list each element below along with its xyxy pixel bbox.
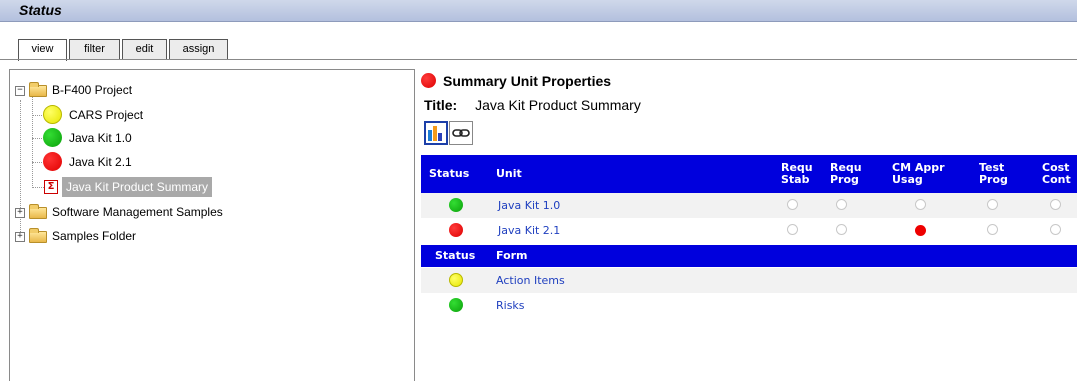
tree-connector [32,138,42,139]
col-test-prog: Test Prog [979,162,1008,186]
col-form: Form [496,249,528,262]
col-status: Status [435,249,476,262]
col-requ-prog: Requ Prog [830,162,862,186]
table-row: Action Items [421,268,1077,293]
col-cm-appr-l2: Usag [892,173,923,186]
sigma-icon: Σ [44,180,58,194]
form-link[interactable]: Action Items [496,274,565,287]
red-status-icon [449,223,463,237]
yellow-status-icon [43,105,62,124]
green-status-icon [449,298,463,312]
table-row: Java Kit 2.1 [421,218,1077,243]
empty-metric-icon [836,199,847,210]
tab-divider [0,59,1077,60]
tree-connector [32,162,42,163]
tree-connector [32,115,42,116]
form-link[interactable]: Risks [496,299,525,312]
unit-link[interactable]: Java Kit 1.0 [498,199,560,212]
col-cm-appr: CM Appr Usag [892,162,945,186]
title-value: Java Kit Product Summary [475,97,641,113]
tree-item-root[interactable]: B-F400 Project [52,80,132,100]
summary-title-line: Title: Java Kit Product Summary [424,97,641,113]
tab-assign[interactable]: assign [169,39,228,59]
col-status: Status [429,167,470,180]
summary-heading: Summary Unit Properties [443,73,612,89]
col-cost-cont: Cost Cont [1042,162,1071,186]
tree-item-cars-project[interactable]: CARS Project [69,105,143,125]
empty-metric-icon [987,224,998,235]
folder-icon [29,204,47,219]
summary-panel: Summary Unit Properties Title: Java Kit … [421,69,1077,381]
tree-panel: − B-F400 Project CARS Project Java Kit 1… [9,69,415,381]
table-row: Java Kit 1.0 [421,193,1077,218]
col-requ-stab-l2: Stab [781,173,810,186]
green-status-icon [449,198,463,212]
collapse-icon[interactable]: − [15,86,25,96]
table-row: Risks [421,293,1077,318]
tree-connector [32,187,44,188]
tab-bar: view filter edit assign [18,39,418,61]
unit-link[interactable]: Java Kit 2.1 [498,224,560,237]
header-bar: Status [0,0,1077,22]
expand-icon[interactable]: + [15,208,25,218]
green-status-icon [43,128,62,147]
col-test-prog-l2: Prog [979,173,1008,186]
empty-metric-icon [787,199,798,210]
empty-metric-icon [1050,224,1061,235]
yellow-status-icon [449,273,463,287]
empty-metric-icon [787,224,798,235]
header-title: Status [19,2,62,18]
col-cost-cont-l2: Cont [1042,173,1071,186]
folder-icon [29,228,47,243]
empty-metric-icon [987,199,998,210]
red-status-icon [421,73,436,88]
tree-item-samples-folder[interactable]: Samples Folder [52,226,136,246]
link-icon[interactable] [449,121,473,145]
unit-table-header: Status Unit Requ Stab Requ Prog CM Appr … [421,155,1077,193]
form-table-header: Status Form [421,245,1077,267]
col-unit: Unit [496,167,522,180]
title-label: Title: [424,97,458,113]
tree-item-software-management[interactable]: Software Management Samples [52,202,223,222]
tree-connector [32,94,33,188]
red-status-icon [43,152,62,171]
folder-icon [29,82,47,97]
tree-item-product-summary[interactable]: Java Kit Product Summary [62,177,213,197]
col-requ-prog-l2: Prog [830,173,859,186]
expand-icon[interactable]: + [15,232,25,242]
tree-item-java-kit-1[interactable]: Java Kit 1.0 [69,128,132,148]
empty-metric-icon [915,199,926,210]
tree-item-java-kit-2[interactable]: Java Kit 2.1 [69,152,132,172]
col-requ-stab: Requ Stab [781,162,813,186]
tab-view[interactable]: view [18,39,67,61]
empty-metric-icon [836,224,847,235]
tab-filter[interactable]: filter [69,39,120,59]
bar-chart-icon[interactable] [424,121,448,145]
tree-connector-root [20,100,21,240]
empty-metric-icon [1050,199,1061,210]
tab-edit[interactable]: edit [122,39,167,59]
red-metric-icon [915,225,926,236]
